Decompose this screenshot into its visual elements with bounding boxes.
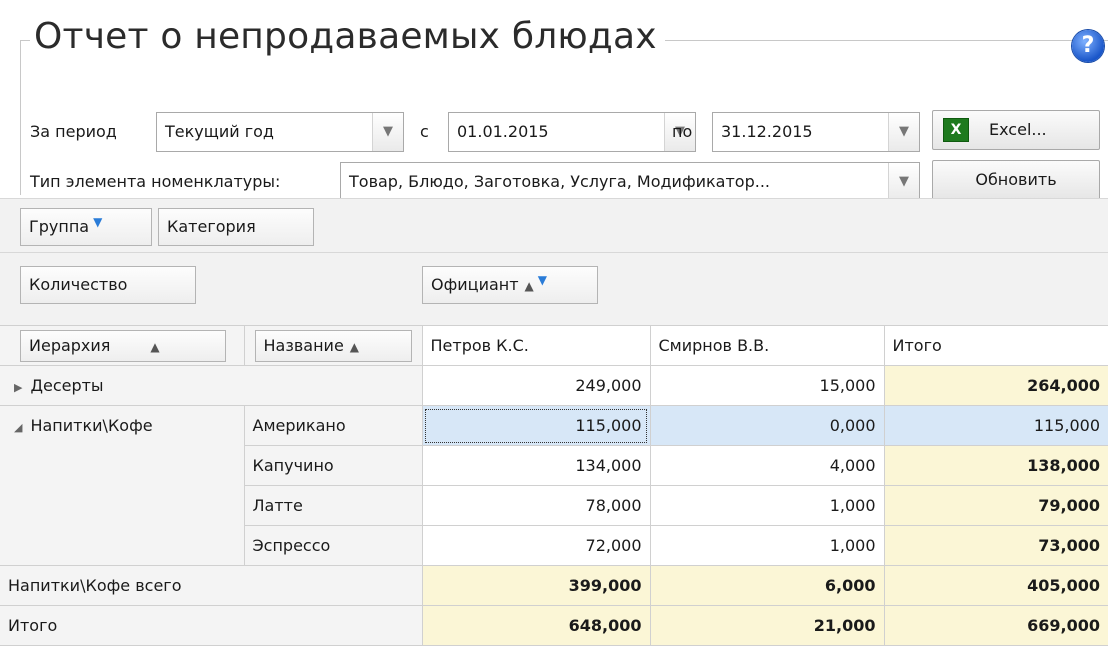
frame-left-border: [20, 40, 21, 195]
excel-export-button[interactable]: X Excel...: [932, 110, 1100, 150]
period-select[interactable]: Текущий год ▼: [156, 112, 404, 152]
value-cell[interactable]: 134,000: [421, 445, 651, 486]
field-waiter-button[interactable]: Официант ▲ ▼: [422, 266, 598, 304]
date-to-value: 31.12.2015: [721, 122, 813, 141]
field-hierarchy-button[interactable]: Иерархия ▲: [20, 329, 226, 362]
nomenclature-type-select[interactable]: Товар, Блюдо, Заготовка, Услуга, Модифик…: [340, 162, 920, 202]
report-title: Отчет о непродаваемых блюдах: [30, 16, 665, 57]
chevron-down-icon[interactable]: ▼: [372, 113, 403, 151]
date-from-field[interactable]: 01.01.2015 ▼: [448, 112, 696, 152]
value-cell[interactable]: 1,000: [649, 525, 885, 566]
period-label: За период: [30, 122, 117, 141]
column-header[interactable]: Смирнов В.В.: [649, 325, 885, 366]
sort-asc-icon[interactable]: ▲: [150, 340, 159, 354]
row-name-cell[interactable]: Латте: [243, 485, 423, 526]
excel-icon: X: [943, 118, 969, 142]
value-cell[interactable]: 4,000: [649, 445, 885, 486]
field-hierarchy-label: Иерархия: [29, 335, 111, 355]
column-header[interactable]: Итого: [883, 325, 1108, 366]
field-category-label: Категория: [167, 217, 256, 236]
field-group-label: Группа: [29, 217, 90, 236]
period-value: Текущий год: [165, 122, 274, 141]
filter-icon[interactable]: ▼: [93, 215, 102, 229]
grand-total-cell[interactable]: 648,000: [421, 605, 651, 646]
subtotal-cell[interactable]: 399,000: [421, 565, 651, 606]
field-name-button[interactable]: Название ▲: [254, 329, 412, 362]
row-group-label: Напитки\Кофе: [30, 416, 153, 435]
subtotal-row[interactable]: Напитки\Кофе всего 399,000 6,000 405,000: [0, 565, 1108, 606]
date-to-field[interactable]: 31.12.2015 ▼: [712, 112, 920, 152]
row-name-cell[interactable]: Эспрессо: [243, 525, 423, 566]
value-cell[interactable]: 78,000: [421, 485, 651, 526]
grand-total-cell[interactable]: 21,000: [649, 605, 885, 646]
grand-total-label: Итого: [0, 605, 423, 646]
refresh-button[interactable]: Обновить: [932, 160, 1100, 200]
total-cell[interactable]: 79,000: [883, 485, 1108, 526]
field-waiter-label: Официант: [431, 275, 519, 294]
grand-total-row[interactable]: Итого 648,000 21,000 669,000: [0, 605, 1108, 646]
field-quantity-label: Количество: [29, 275, 128, 294]
row-group-cell[interactable]: ▶ Десерты: [0, 365, 423, 406]
sort-asc-icon[interactable]: ▲: [350, 340, 359, 354]
value-cell[interactable]: 72,000: [421, 525, 651, 566]
grid-header-row: Иерархия ▲ Название ▲ Петров К.С. Смирнов …: [0, 325, 1108, 366]
total-cell[interactable]: 73,000: [883, 525, 1108, 566]
type-label: Тип элемента номенклатуры:: [30, 172, 281, 191]
sort-asc-icon[interactable]: ▲: [525, 279, 534, 293]
total-cell[interactable]: 115,000: [883, 405, 1108, 446]
calendar-dropdown-icon[interactable]: ▼: [888, 113, 919, 151]
field-category-button[interactable]: Категория: [158, 208, 314, 246]
field-group-button[interactable]: Группа ▼: [20, 208, 152, 246]
row-field-hierarchy-cell[interactable]: Иерархия ▲: [0, 325, 245, 366]
collapse-icon[interactable]: ◢: [14, 421, 22, 434]
value-cell[interactable]: 249,000: [421, 365, 651, 406]
table-row[interactable]: ▶ Десерты 249,000 15,000 264,000: [0, 365, 1108, 406]
column-header[interactable]: Петров К.С.: [421, 325, 651, 366]
to-label: по: [672, 122, 693, 141]
help-icon[interactable]: ?: [1072, 30, 1104, 62]
value-cell-selected[interactable]: 115,000: [421, 405, 651, 446]
value-cell[interactable]: 15,000: [649, 365, 885, 406]
total-cell[interactable]: 138,000: [883, 445, 1108, 486]
excel-label: Excel...: [989, 120, 1047, 139]
expand-icon[interactable]: ▶: [14, 381, 22, 394]
row-name-cell[interactable]: Американо: [243, 405, 423, 446]
field-quantity-button[interactable]: Количество: [20, 266, 196, 304]
nomenclature-type-value: Товар, Блюдо, Заготовка, Услуга, Модифик…: [349, 172, 771, 191]
total-cell[interactable]: 264,000: [883, 365, 1108, 406]
subtotal-cell[interactable]: 6,000: [649, 565, 885, 606]
field-name-label: Название: [263, 335, 344, 355]
subtotal-label: Напитки\Кофе всего: [0, 565, 423, 606]
value-cell[interactable]: 0,000: [649, 405, 885, 446]
pivot-grid: Иерархия ▲ Название ▲ Петров К.С. Смирнов …: [0, 325, 1108, 646]
grand-total-cell[interactable]: 669,000: [883, 605, 1108, 646]
subtotal-cell[interactable]: 405,000: [883, 565, 1108, 606]
date-from-value: 01.01.2015: [457, 122, 549, 141]
row-field-name-cell[interactable]: Название ▲: [243, 325, 423, 366]
chevron-down-icon[interactable]: ▼: [888, 163, 919, 201]
filter-icon[interactable]: ▼: [538, 273, 547, 287]
row-group-label: Десерты: [30, 376, 104, 395]
table-row[interactable]: ◢ Напитки\Кофе Американо 115,000 0,000 11…: [0, 405, 1108, 566]
value-cell[interactable]: 1,000: [649, 485, 885, 526]
from-label: с: [420, 122, 429, 141]
row-name-cell[interactable]: Капучино: [243, 445, 423, 486]
row-group-cell[interactable]: ◢ Напитки\Кофе: [0, 405, 245, 566]
